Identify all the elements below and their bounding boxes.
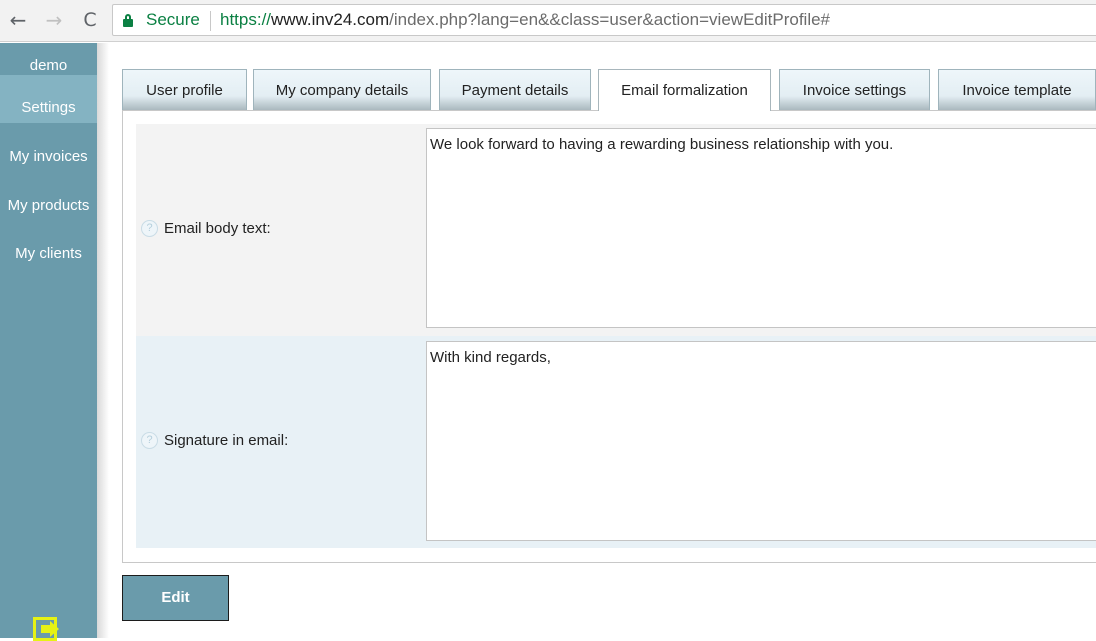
sidebar-item-my-invoices[interactable]: My invoices [0, 141, 97, 173]
tab-invoice-template[interactable]: Invoice template [938, 69, 1096, 110]
sidebar-shadow [97, 43, 109, 638]
tab-payment-details[interactable]: Payment details [439, 69, 591, 110]
signature-textarea[interactable]: With kind regards, [426, 341, 1096, 541]
email-body-textarea[interactable]: We look forward to having a rewarding bu… [426, 128, 1096, 328]
logout-icon[interactable] [33, 617, 61, 641]
address-separator [210, 11, 211, 31]
sidebar: demo Settings My invoices My products My… [0, 43, 97, 641]
tab-my-company-details[interactable]: My company details [253, 69, 431, 110]
email-body-label-wrap: ? Email body text: [141, 220, 271, 237]
reload-icon[interactable]: C [78, 8, 102, 32]
url-host: www.inv24.com [271, 10, 390, 29]
help-icon[interactable]: ? [141, 220, 158, 237]
help-icon[interactable]: ? [141, 432, 158, 449]
lock-icon [123, 14, 133, 27]
url-text[interactable]: https://www.inv24.com/index.php?lang=en&… [220, 10, 830, 30]
url-path: /index.php?lang=en&&class=user&action=vi… [389, 10, 831, 29]
tab-user-profile[interactable]: User profile [122, 69, 247, 110]
edit-button[interactable]: Edit [122, 575, 229, 621]
sidebar-user[interactable]: demo [0, 43, 97, 75]
url-scheme: https:// [220, 10, 272, 29]
form-row-signature: ? Signature in email: With kind regards, [136, 336, 1096, 548]
browser-toolbar: ← → C Secure https://www.inv24.com/index… [0, 0, 1096, 42]
sidebar-item-my-clients[interactable]: My clients [0, 238, 97, 270]
signature-label: Signature in email: [164, 432, 289, 449]
forward-arrow-icon[interactable]: → [42, 8, 66, 32]
back-arrow-icon[interactable]: ← [6, 8, 30, 32]
address-bar[interactable]: Secure https://www.inv24.com/index.php?l… [112, 4, 1096, 36]
signature-label-wrap: ? Signature in email: [141, 432, 288, 449]
email-formalization-panel: ? Email body text: We look forward to ha… [122, 110, 1096, 563]
tab-email-formalization[interactable]: Email formalization [598, 69, 771, 111]
form-row-email-body: ? Email body text: We look forward to ha… [136, 124, 1096, 336]
secure-label: Secure [146, 10, 200, 29]
sidebar-item-my-products[interactable]: My products [0, 190, 97, 222]
email-body-label: Email body text: [164, 220, 271, 237]
sidebar-item-settings[interactable]: Settings [0, 75, 97, 123]
tab-invoice-settings[interactable]: Invoice settings [779, 69, 930, 110]
